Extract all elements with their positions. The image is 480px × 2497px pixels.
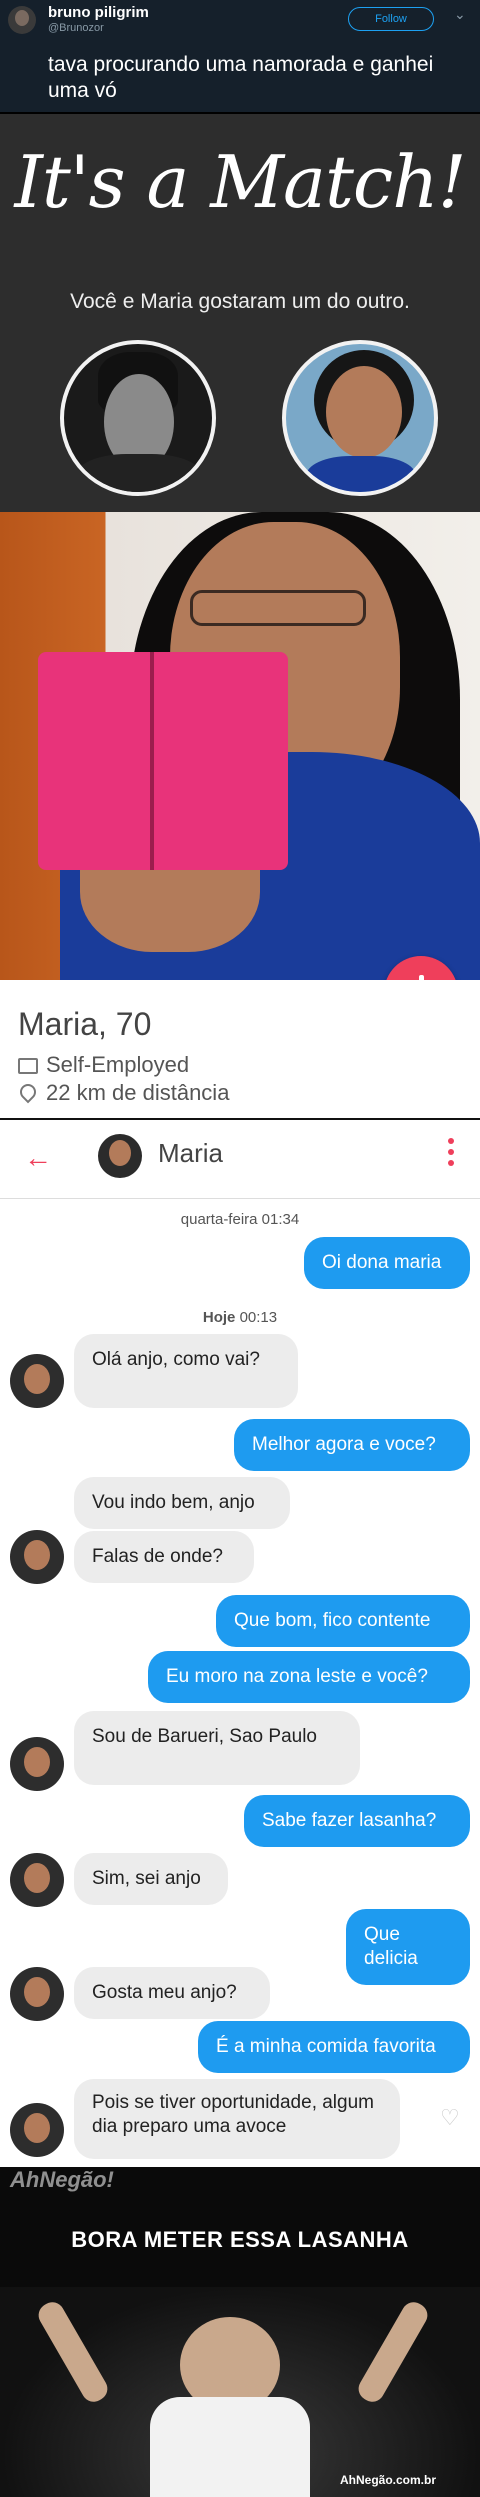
chat-header: ← Maria [0, 1120, 480, 1199]
meme-caption: BORA METER ESSA LASANHA [71, 2227, 409, 2252]
match-subtitle: Você e Maria gostaram um do outro. [70, 290, 410, 313]
briefcase-icon [18, 1058, 38, 1074]
message-in[interactable]: Sim, sei anjo [74, 1853, 228, 1905]
follow-button[interactable]: Follow [348, 7, 434, 31]
message-out[interactable]: Melhor agora e voce? [234, 1419, 470, 1471]
contact-avatar[interactable] [10, 1737, 64, 1791]
message-in[interactable]: Sou de Barueri, Sao Paulo [74, 1711, 360, 1785]
author-handle[interactable]: @Brunozor [48, 22, 104, 34]
contact-avatar[interactable] [10, 1967, 64, 2021]
match-title: It's a Match! [14, 140, 466, 224]
location-pin-icon [16, 1080, 40, 1104]
message-out[interactable]: Oi dona maria [304, 1237, 470, 1289]
contact-avatar[interactable] [10, 2103, 64, 2157]
contact-avatar[interactable] [10, 1530, 64, 1584]
contact-avatar[interactable] [10, 1853, 64, 1907]
message-in[interactable]: Olá anjo, como vai? [74, 1334, 298, 1408]
author-name[interactable]: bruno piligrim [48, 4, 149, 21]
message-out[interactable]: Eu moro na zona leste e você? [148, 1651, 470, 1703]
arrow-left-icon[interactable]: ← [24, 1142, 52, 1174]
watermark-bottom: AhNegão.com.br [340, 2473, 437, 2487]
timestamp-day2: Hoje 00:13 [202, 1309, 278, 1326]
message-out[interactable]: Que delicia [346, 1909, 470, 1985]
contact-avatar[interactable] [98, 1134, 142, 1178]
message-out[interactable]: É a minha comida favorita [198, 2021, 470, 2073]
message-out[interactable]: Sabe fazer lasanha? [244, 1795, 470, 1847]
user-photo [60, 340, 216, 496]
baby-shirt [150, 2397, 310, 2497]
more-vertical-icon[interactable] [448, 1138, 454, 1170]
message-in[interactable]: Falas de onde? [74, 1531, 254, 1583]
conversation: quarta-feira 01:34 Oi dona maria Hoje 00… [0, 1199, 480, 2167]
heart-icon[interactable]: ♡ [440, 2105, 462, 2130]
profile-name-age: Maria, 70 [18, 1006, 152, 1042]
match-photo-maria [282, 340, 438, 496]
message-in[interactable]: Gosta meu anjo? [74, 1967, 270, 2019]
profile-distance: 22 km de distância [46, 1080, 230, 1105]
profile-photo[interactable] [0, 512, 480, 980]
profile-info: Maria, 70 Self-Employed 22 km de distânc… [0, 980, 480, 1118]
message-in[interactable]: Vou indo bem, anjo [74, 1477, 290, 1529]
chevron-down-icon[interactable]: ⌄ [454, 6, 466, 23]
tweet-header: bruno piligrim @Brunozor Follow ⌄ tava p… [0, 0, 480, 112]
profile-job: Self-Employed [46, 1052, 190, 1077]
author-avatar[interactable] [8, 6, 36, 34]
contact-avatar[interactable] [10, 1354, 64, 1408]
contact-name[interactable]: Maria [158, 1138, 223, 1169]
timestamp-day1: quarta-feira 01:34 [180, 1211, 300, 1228]
tweet-text: tava procurando uma namorada e ganhei um… [48, 53, 434, 102]
message-in[interactable]: Pois se tiver oportunidade, algum dia pr… [74, 2079, 400, 2159]
meme-image: BORA METER ESSA LASANHA AhNegão! AhNegão… [0, 2167, 480, 2497]
message-out[interactable]: Que bom, fico contente [216, 1595, 470, 1647]
watermark-top: AhNegão! [10, 2167, 114, 2192]
match-screen: It's a Match! Você e Maria gostaram um d… [0, 114, 480, 512]
